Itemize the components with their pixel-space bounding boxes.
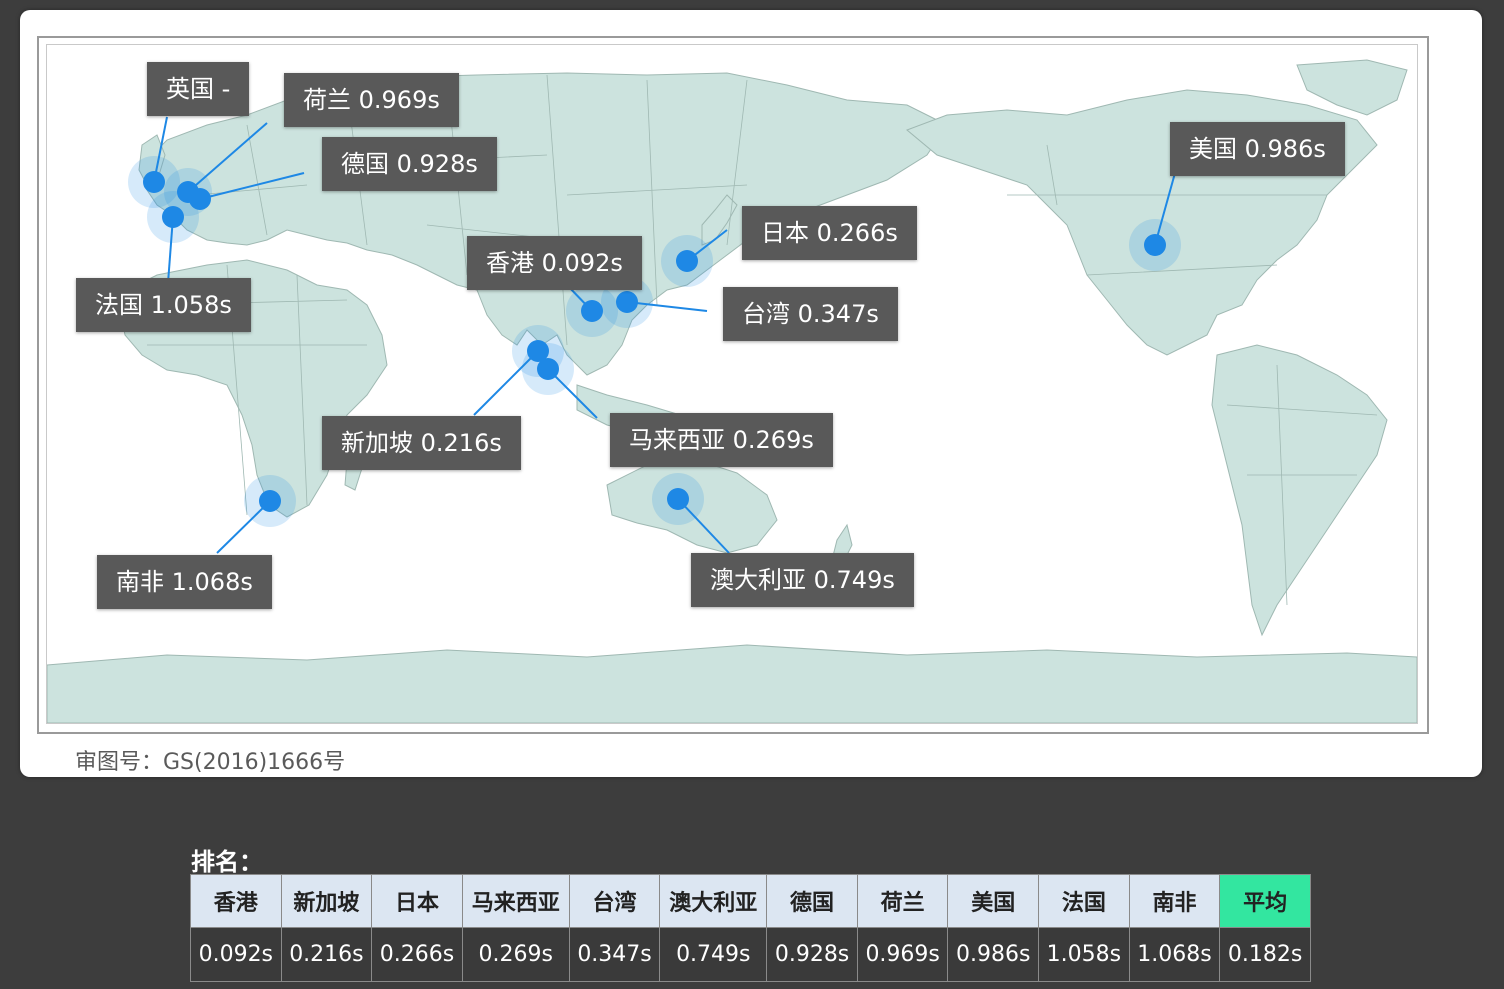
ranking-header-cell: 日本 (371, 874, 463, 928)
ranking-header-average: 平均 (1219, 874, 1311, 928)
callout-hk: 香港 0.092s (467, 236, 642, 290)
pin-uk[interactable] (143, 171, 165, 193)
ranking-value-cell: 0.986s (947, 927, 1040, 982)
ranking-header-cell: 澳大利亚 (659, 874, 768, 928)
pin-hk[interactable] (581, 300, 603, 322)
callout-au: 澳大利亚 0.749s (691, 553, 914, 607)
pin-fr[interactable] (162, 206, 184, 228)
ranking-header-cell: 新加坡 (280, 874, 373, 928)
callout-za: 南非 1.068s (97, 555, 272, 609)
ranking-header-cell: 南非 (1128, 874, 1221, 928)
ranking-value-cell: 0.928s (766, 927, 858, 982)
ranking-header-cell: 台湾 (568, 874, 661, 928)
ranking-header-cell: 香港 (190, 874, 282, 928)
antarctica-landmass (47, 644, 1417, 723)
pin-za[interactable] (259, 490, 281, 512)
pin-my[interactable] (537, 358, 559, 380)
ranking-value-cell: 0.266s (371, 927, 463, 982)
ranking-value-cell: 0.216s (280, 927, 373, 982)
south-america-landmass (1211, 344, 1388, 637)
ranking-value-cell: 0.347s (568, 927, 661, 982)
pin-au[interactable] (667, 488, 689, 510)
ranking-value-cell: 0.092s (190, 927, 282, 982)
ranking-title: 排名： (191, 848, 263, 876)
map-approval-number: 审图号：GS(2016)1666号 (75, 750, 346, 775)
ranking-header-row: 香港 新加坡 日本 马来西亚 台湾 澳大利亚 德国 荷兰 美国 法国 南非 平均 (190, 874, 1311, 928)
ranking-header-cell: 马来西亚 (461, 874, 570, 928)
callout-jp: 日本 0.266s (742, 206, 917, 260)
callout-my: 马来西亚 0.269s (610, 413, 833, 467)
ranking-value-cell: 0.269s (461, 927, 570, 982)
pin-us[interactable] (1144, 234, 1166, 256)
ranking-value-average: 0.182s (1219, 927, 1311, 982)
callout-de: 德国 0.928s (322, 137, 497, 191)
ranking-value-cell: 1.058s (1038, 927, 1130, 982)
ranking-value-cell: 1.068s (1128, 927, 1221, 982)
ranking-header-cell: 法国 (1038, 874, 1130, 928)
ranking-values-row: 0.092s 0.216s 0.266s 0.269s 0.347s 0.749… (190, 927, 1311, 982)
pin-tw[interactable] (616, 291, 638, 313)
callout-uk: 英国 - (147, 62, 250, 116)
callout-nl: 荷兰 0.969s (284, 73, 459, 127)
callout-us: 美国 0.986s (1170, 122, 1345, 176)
pin-de[interactable] (189, 188, 211, 210)
ranking-header-cell: 德国 (766, 874, 858, 928)
callout-fr: 法国 1.058s (76, 278, 251, 332)
ranking-value-cell: 0.749s (659, 927, 768, 982)
pin-jp[interactable] (676, 250, 698, 272)
ranking-header-cell: 美国 (947, 874, 1040, 928)
ranking-table: 香港 新加坡 日本 马来西亚 台湾 澳大利亚 德国 荷兰 美国 法国 南非 平均… (190, 874, 1311, 982)
callout-tw: 台湾 0.347s (723, 287, 898, 341)
callout-sg: 新加坡 0.216s (322, 416, 521, 470)
ranking-value-cell: 0.969s (856, 927, 949, 982)
ranking-header-cell: 荷兰 (856, 874, 949, 928)
